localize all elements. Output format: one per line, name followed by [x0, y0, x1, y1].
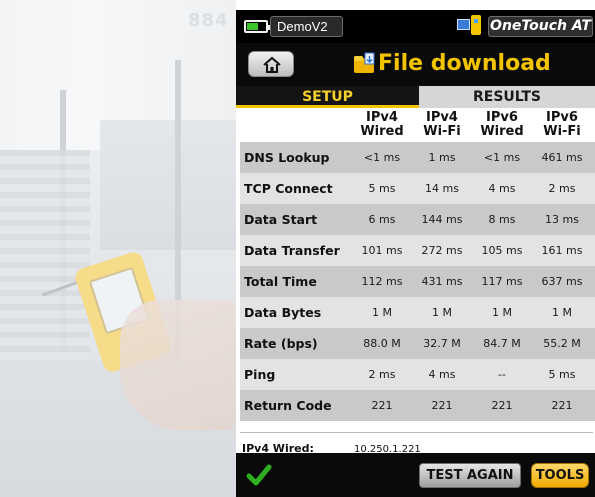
home-button[interactable] [248, 51, 294, 77]
cell-value: <1 ms [483, 151, 521, 164]
cell-value: 144 ms [421, 213, 463, 226]
table-row: Rate (bps) 88.0 M 32.7 M 84.7 M 55.2 M [240, 328, 595, 359]
table-row: DNS Lookup <1 ms 1 ms <1 ms 461 ms [240, 142, 595, 173]
table-row: Return Code 221 221 221 221 [240, 390, 595, 421]
cell-value: 221 [431, 399, 453, 412]
results-table: IPv4 Wired IPv4 Wi-Fi IPv6 Wired IPv6 Wi-Fi … [240, 108, 595, 421]
cell-value: 112 ms [361, 275, 403, 288]
device-screen: DemoV2 OneTouch AT File download SETUP R… [236, 10, 595, 497]
cell-value: 13 ms [545, 213, 579, 226]
cell-value: 221 [551, 399, 573, 412]
cell-value: 5 ms [548, 368, 576, 381]
column-header: IPv4 Wired [360, 110, 404, 139]
network-status-icon[interactable] [457, 15, 483, 37]
table-row: TCP Connect 5 ms 14 ms 4 ms 2 ms [240, 173, 595, 204]
checkmark-icon [246, 464, 272, 486]
test-again-button[interactable]: TEST AGAIN [419, 463, 521, 488]
cell-value: 1 M [432, 306, 452, 319]
cell-value: 2 ms [368, 368, 396, 381]
cell-value: 1 M [372, 306, 392, 319]
cell-value: 88.0 M [363, 337, 401, 350]
cell-value: 431 ms [421, 275, 463, 288]
cell-value: 161 ms [541, 244, 583, 257]
tab-setup[interactable]: SETUP [236, 86, 419, 108]
tab-bar: SETUP RESULTS [236, 86, 595, 108]
table-row: Ping 2 ms 4 ms -- 5 ms [240, 359, 595, 390]
cell-value: 105 ms [481, 244, 523, 257]
background-photo: 884 [0, 0, 236, 497]
cell-value: 1 M [552, 306, 572, 319]
section-divider [240, 432, 593, 433]
table-row: Data Start 6 ms 144 ms 8 ms 13 ms [240, 204, 595, 235]
status-bar: DemoV2 OneTouch AT [236, 10, 595, 43]
cell-value: 637 ms [541, 275, 583, 288]
column-header: IPv4 Wi-Fi [423, 110, 461, 139]
cell-value: 84.7 M [483, 337, 521, 350]
battery-icon [244, 20, 271, 33]
cell-value: 272 ms [421, 244, 463, 257]
cell-value: 32.7 M [423, 337, 461, 350]
profile-name[interactable]: DemoV2 [270, 16, 343, 37]
page-title: File download [378, 51, 551, 76]
row-label: TCP Connect [244, 181, 333, 196]
cell-value: 4 ms [428, 368, 456, 381]
tab-results[interactable]: RESULTS [419, 86, 595, 108]
row-label: Ping [244, 367, 276, 382]
cell-value: 117 ms [481, 275, 523, 288]
cell-value: 221 [491, 399, 513, 412]
cell-value: 1 M [492, 306, 512, 319]
cell-value: 6 ms [368, 213, 396, 226]
row-label: Return Code [244, 398, 332, 413]
cell-value: 55.2 M [543, 337, 581, 350]
cell-value: 14 ms [425, 182, 459, 195]
bottom-bar: TEST AGAIN TOOLS [236, 453, 595, 497]
row-label: Data Start [244, 212, 318, 227]
row-label: Data Transfer [244, 243, 340, 258]
folder-icon [354, 52, 375, 73]
table-row: Total Time 112 ms 431 ms 117 ms 637 ms [240, 266, 595, 297]
row-label: Rate (bps) [244, 336, 318, 351]
brand-label[interactable]: OneTouch AT [488, 16, 593, 37]
cell-value: 221 [371, 399, 393, 412]
cell-value: 101 ms [361, 244, 403, 257]
column-header: IPv6 Wi-Fi [543, 110, 581, 139]
cell-value: 2 ms [548, 182, 576, 195]
tools-button[interactable]: TOOLS [531, 463, 589, 488]
table-header: IPv4 Wired IPv4 Wi-Fi IPv6 Wired IPv6 Wi-Fi [240, 108, 595, 142]
column-header: IPv6 Wired [480, 110, 524, 139]
row-label: DNS Lookup [244, 150, 330, 165]
cell-value: <1 ms [363, 151, 401, 164]
cell-value: 5 ms [368, 182, 396, 195]
table-row: Data Transfer 101 ms 272 ms 105 ms 161 m… [240, 235, 595, 266]
cell-value: 461 ms [541, 151, 583, 164]
cell-value: 1 ms [428, 151, 456, 164]
cell-value: 8 ms [488, 213, 516, 226]
cell-value: -- [498, 368, 506, 381]
cell-value: 4 ms [488, 182, 516, 195]
table-row: Data Bytes 1 M 1 M 1 M 1 M [240, 297, 595, 328]
photo-fade-overlay [0, 0, 236, 497]
home-icon [263, 56, 281, 73]
row-label: Data Bytes [244, 305, 322, 320]
title-bar: File download [236, 43, 595, 86]
row-label: Total Time [244, 274, 317, 289]
